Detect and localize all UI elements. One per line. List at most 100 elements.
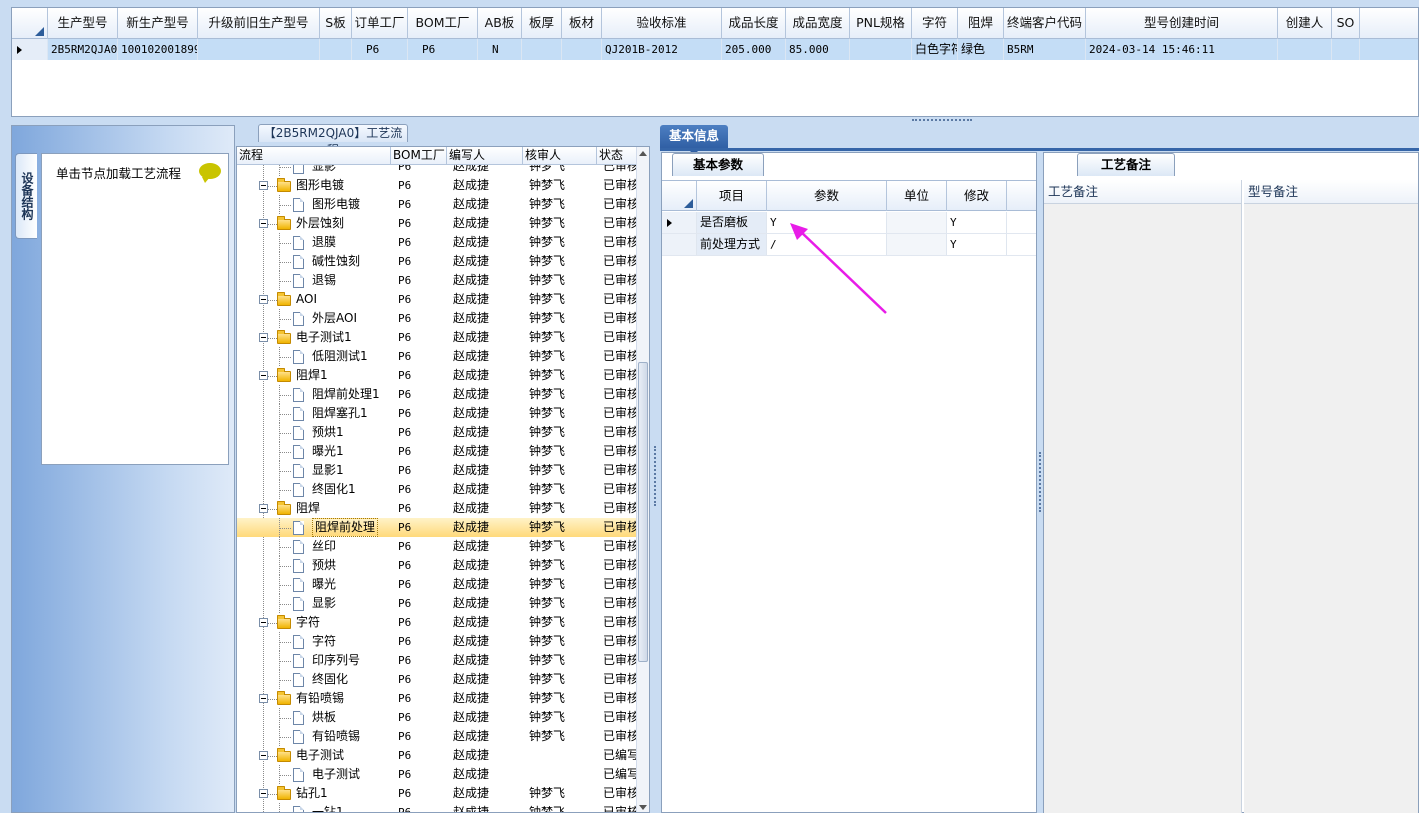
cell-5[interactable]: P6 [408,39,478,60]
tab-process-notes[interactable]: 工艺备注 [1077,153,1175,176]
tree-group-node[interactable]: 电子测试1 P6 赵成捷 钟梦飞 已审核 [237,328,637,347]
cell-11[interactable]: 85.000 [786,39,850,60]
tree-column-header-4[interactable]: 状态 [597,147,637,165]
collapse-toggle-icon[interactable] [259,181,268,190]
cell-7[interactable] [522,39,562,60]
grid-corner[interactable] [12,8,48,39]
tree-step-node[interactable]: 碱性蚀刻 P6 赵成捷 钟梦飞 已审核 [237,252,637,271]
model-grid-row-selected[interactable]: 2B5RM2QJA010010200189979P6P6NQJ201B-2012… [12,39,1418,60]
column-header-14[interactable]: 阻焊 [958,8,1004,39]
params-cell-unit[interactable] [887,234,947,255]
cell-1[interactable]: 10010200189979 [118,39,198,60]
cell-18[interactable] [1332,39,1360,60]
column-header-3[interactable]: S板 [320,8,352,39]
cell-9[interactable]: QJ201B-2012 [602,39,722,60]
params-cell-param[interactable]: Y [767,212,887,233]
column-header-5[interactable]: BOM工厂 [408,8,478,39]
column-header-0[interactable]: 生产型号 [48,8,118,39]
tree-step-node[interactable]: 印序列号 P6 赵成捷 钟梦飞 已审核 [237,651,637,670]
cell-0[interactable]: 2B5RM2QJA0 [48,39,118,60]
tree-step-node[interactable]: 丝印 P6 赵成捷 钟梦飞 已审核 [237,537,637,556]
cell-10[interactable]: 205.000 [722,39,786,60]
column-header-13[interactable]: 字符 [912,8,958,39]
tab-equipment-structure[interactable]: 设备结构 [15,153,37,239]
cell-6[interactable]: N [478,39,522,60]
tree-column-header-2[interactable]: 编写人 [447,147,523,165]
tree-group-node[interactable]: 外层蚀刻 P6 赵成捷 钟梦飞 已审核 [237,214,637,233]
cell-12[interactable] [850,39,912,60]
tree-column-header-0[interactable]: 流程 [237,147,391,165]
column-header-7[interactable]: 板厚 [522,8,562,39]
vertical-splitter-1[interactable] [652,146,658,813]
model-notes-column[interactable]: 型号备注 [1244,180,1418,813]
tree-group-node[interactable]: 电子测试 P6 赵成捷 已编写 [237,746,637,765]
tree-step-node[interactable]: 终固化1 P6 赵成捷 钟梦飞 已审核 [237,480,637,499]
collapse-toggle-icon[interactable] [259,219,268,228]
cell-3[interactable] [320,39,352,60]
column-header-9[interactable]: 验收标准 [602,8,722,39]
params-cell-param[interactable]: / [767,234,887,255]
collapse-toggle-icon[interactable] [259,371,268,380]
cell-16[interactable]: 2024-03-14 15:46:11 [1086,39,1278,60]
params-row[interactable]: 是否磨板 Y Y [662,212,1036,234]
tree-step-node[interactable]: 图形电镀 P6 赵成捷 钟梦飞 已审核 [237,195,637,214]
tree-group-node[interactable]: 阻焊1 P6 赵成捷 钟梦飞 已审核 [237,366,637,385]
tree-step-node[interactable]: 曝光 P6 赵成捷 钟梦飞 已审核 [237,575,637,594]
column-header-8[interactable]: 板材 [562,8,602,39]
tree-group-node[interactable]: 图形电镀 P6 赵成捷 钟梦飞 已审核 [237,176,637,195]
tree-column-header-1[interactable]: BOM工厂 [391,147,447,165]
column-header-11[interactable]: 成品宽度 [786,8,850,39]
tree-step-node[interactable]: 退膜 P6 赵成捷 钟梦飞 已审核 [237,233,637,252]
tree-step-node[interactable]: 显影 P6 赵成捷 钟梦飞 已审核 [237,594,637,613]
tree-step-node[interactable]: 终固化 P6 赵成捷 钟梦飞 已审核 [237,670,637,689]
tab-basic-info[interactable]: 基本信息 [660,125,728,155]
tree-step-node[interactable]: 电子测试 P6 赵成捷 已编写 [237,765,637,784]
horizontal-splitter[interactable] [0,117,1419,125]
tree-step-node[interactable]: 烘板 P6 赵成捷 钟梦飞 已审核 [237,708,637,727]
collapse-toggle-icon[interactable] [259,751,268,760]
tree-group-node[interactable]: 阻焊 P6 赵成捷 钟梦飞 已审核 [237,499,637,518]
params-grid-corner[interactable] [662,181,697,211]
tree-step-node[interactable]: 预烘 P6 赵成捷 钟梦飞 已审核 [237,556,637,575]
params-column-header-3[interactable]: 修改 [947,181,1007,211]
cell-17[interactable] [1278,39,1332,60]
column-header-17[interactable]: 创建人 [1278,8,1332,39]
tree-scrollbar[interactable] [636,147,649,812]
params-cell-unit[interactable] [887,212,947,233]
tree-step-node[interactable]: 阻焊塞孔1 P6 赵成捷 钟梦飞 已审核 [237,404,637,423]
column-header-18[interactable]: SO [1332,8,1360,39]
process-flow-title[interactable]: 【2B5RM2QJA0】工艺流程 [258,124,408,157]
params-cell-modify[interactable]: Y [947,234,1007,255]
tree-group-node[interactable]: AOI P6 赵成捷 钟梦飞 已审核 [237,290,637,309]
cell-2[interactable] [198,39,320,60]
column-header-16[interactable]: 型号创建时间 [1086,8,1278,39]
process-notes-column[interactable]: 工艺备注 [1044,180,1242,813]
cell-8[interactable] [562,39,602,60]
tree-step-node[interactable]: 预烘1 P6 赵成捷 钟梦飞 已审核 [237,423,637,442]
tree-group-node[interactable]: 有铅喷锡 P6 赵成捷 钟梦飞 已审核 [237,689,637,708]
tree-step-node[interactable]: 外层AOI P6 赵成捷 钟梦飞 已审核 [237,309,637,328]
column-header-1[interactable]: 新生产型号 [118,8,198,39]
tree-step-node[interactable]: 阻焊前处理1 P6 赵成捷 钟梦飞 已审核 [237,385,637,404]
params-column-header-1[interactable]: 参数 [767,181,887,211]
scroll-down-icon[interactable] [639,805,647,810]
column-header-6[interactable]: AB板 [478,8,522,39]
column-header-10[interactable]: 成品长度 [722,8,786,39]
tree-step-node[interactable]: 低阻测试1 P6 赵成捷 钟梦飞 已审核 [237,347,637,366]
params-row[interactable]: 前处理方式 / Y [662,234,1036,256]
tree-step-node[interactable]: 曝光1 P6 赵成捷 钟梦飞 已审核 [237,442,637,461]
collapse-toggle-icon[interactable] [259,618,268,627]
tree-step-node[interactable]: 显影 P6 赵成捷 钟梦飞 已审核 [237,165,637,176]
tab-basic-params[interactable]: 基本参数 [672,153,764,176]
scroll-thumb[interactable] [638,362,648,662]
cell-4[interactable]: P6 [352,39,408,60]
tree-step-node[interactable]: 退锡 P6 赵成捷 钟梦飞 已审核 [237,271,637,290]
column-header-12[interactable]: PNL规格 [850,8,912,39]
params-column-header-0[interactable]: 项目 [697,181,767,211]
collapse-toggle-icon[interactable] [259,333,268,342]
cell-14[interactable]: 绿色 [958,39,1004,60]
cell-13[interactable]: 白色字符 [912,39,958,60]
column-header-15[interactable]: 终端客户代码 [1004,8,1086,39]
scroll-up-icon[interactable] [639,151,647,156]
tree-step-node[interactable]: 一钻1 P6 赵成捷 钟梦飞 已审核 [237,803,637,812]
